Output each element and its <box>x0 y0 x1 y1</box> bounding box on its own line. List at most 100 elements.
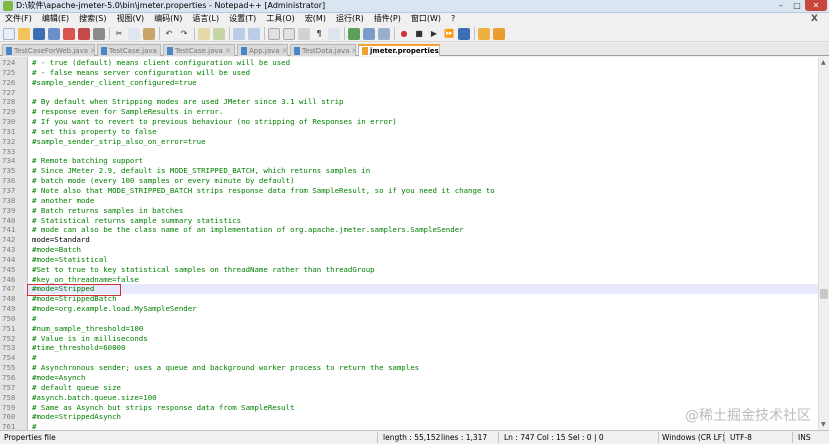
tab-file[interactable]: TestCase.java✕ <box>97 44 161 56</box>
code-line[interactable]: 731 # set this property to false <box>0 127 818 137</box>
code-line[interactable]: 756 #mode=Asynch <box>0 373 818 383</box>
code-line[interactable]: 743 #mode=Batch <box>0 245 818 255</box>
code-line[interactable]: 737 # Note also that MODE_STRIPPED_BATCH … <box>0 186 818 196</box>
plugin-icon[interactable] <box>478 27 490 40</box>
replace-icon[interactable] <box>213 27 225 40</box>
new-file-icon[interactable] <box>3 27 15 40</box>
sync-horizontal-icon[interactable] <box>283 27 295 40</box>
menu-item[interactable]: 设置(T) <box>224 13 261 25</box>
menu-item[interactable]: 插件(P) <box>369 13 406 25</box>
tab-close-icon[interactable]: ✕ <box>90 47 94 55</box>
code-line[interactable]: 729 # response even for SampleResults in … <box>0 107 818 117</box>
code-line[interactable]: 738 # another mode <box>0 196 818 206</box>
save-all-icon[interactable] <box>48 27 60 40</box>
minimize-icon[interactable]: – <box>773 0 789 11</box>
menu-item[interactable]: 窗口(W) <box>406 13 446 25</box>
code-line[interactable]: 745 #Set to true to key statistical sampl… <box>0 265 818 275</box>
tab-file[interactable]: TestData.java✕ <box>290 44 356 56</box>
line-number: 732 <box>2 136 16 146</box>
code-line[interactable]: 724 # - true (default) means client confi… <box>0 58 818 68</box>
code-line[interactable]: 741 # mode can also be the class name of … <box>0 225 818 235</box>
stop-recording-icon[interactable]: ■ <box>413 28 425 40</box>
code-line[interactable]: 730 # If you want to revert to previous b… <box>0 117 818 127</box>
menu-item[interactable]: 工具(O) <box>261 13 300 25</box>
tab-file[interactable]: TestCase.java✕ <box>163 44 235 56</box>
code-line[interactable]: 751 #num_sample_threshold=100 <box>0 324 818 334</box>
code-line[interactable]: 727 <box>0 88 818 98</box>
code-line[interactable]: 746 #key_on_threadname=false <box>0 275 818 285</box>
code-line[interactable]: 758 #asynch.batch.queue.size=100 <box>0 393 818 403</box>
code-line[interactable]: 749 #mode=org.example.load.MySampleSender <box>0 304 818 314</box>
save-macro-icon[interactable] <box>458 27 470 40</box>
menu-item[interactable]: 宏(M) <box>300 13 331 25</box>
tab-close-icon[interactable]: ✕ <box>282 47 287 55</box>
menu-item[interactable]: 视图(V) <box>111 13 149 25</box>
editor[interactable]: 724 # - true (default) means client confi… <box>0 57 829 431</box>
code-line[interactable]: 740 # Statistical returns sample summary … <box>0 216 818 226</box>
tab-close-icon[interactable]: ✕ <box>225 47 231 55</box>
show-all-chars-icon[interactable]: ¶ <box>313 28 325 40</box>
code-line[interactable]: 742 mode=Standard <box>0 235 818 245</box>
menu-item[interactable]: 搜索(S) <box>74 13 111 25</box>
code-line[interactable]: 739 # Batch returns samples in batches <box>0 206 818 216</box>
save-icon[interactable] <box>33 27 45 40</box>
print-icon[interactable] <box>93 27 105 40</box>
plugin-icon[interactable] <box>493 27 505 40</box>
copy-icon[interactable] <box>128 27 140 40</box>
code-line[interactable]: 732 #sample_sender_strip_also_on_error=tr… <box>0 137 818 147</box>
menu-item[interactable]: 语言(L) <box>187 13 224 25</box>
scroll-down-arrow-icon[interactable]: ▼ <box>821 421 826 428</box>
open-file-icon[interactable] <box>18 27 30 40</box>
run-macro-multiple-icon[interactable]: ⏩ <box>443 28 455 40</box>
code-line[interactable]: 725 # - false means server configuration … <box>0 68 818 78</box>
tab-file[interactable]: TestCaseForWeb.java✕ <box>2 44 95 56</box>
code-line[interactable]: 734 # Remote batching support <box>0 156 818 166</box>
tab-close-icon[interactable]: ✕ <box>351 47 355 55</box>
code-line[interactable]: 754 # <box>0 353 818 363</box>
code-line[interactable]: 728 # By default when Stripping modes are… <box>0 97 818 107</box>
close-file-icon[interactable] <box>63 27 75 40</box>
paste-icon[interactable] <box>143 27 155 40</box>
cut-icon[interactable]: ✂ <box>113 28 125 40</box>
close-all-icon[interactable] <box>78 27 90 40</box>
redo-icon[interactable]: ↷ <box>178 28 190 40</box>
menu-item[interactable]: 编辑(E) <box>37 13 74 25</box>
code-line[interactable]: 744 #mode=Statistical <box>0 255 818 265</box>
close-document-icon[interactable]: X <box>806 13 823 25</box>
play-macro-icon[interactable]: ▶ <box>428 28 440 40</box>
menu-item[interactable]: 编码(N) <box>149 13 187 25</box>
tab-file[interactable]: App.java ✕ <box>237 44 288 56</box>
indent-guide-icon[interactable] <box>328 27 340 40</box>
menu-item[interactable]: 文件(F) <box>0 13 37 25</box>
vertical-scrollbar[interactable]: ▲ ▼ <box>818 57 829 430</box>
code-line[interactable]: 735 # Since JMeter 2.9, default is MODE_S… <box>0 166 818 176</box>
code-line[interactable]: 757 # default queue size <box>0 383 818 393</box>
maximize-icon[interactable]: □ <box>789 0 805 11</box>
menu-item[interactable]: ? <box>446 13 460 25</box>
code-line[interactable]: 726 #sample_sender_client_configured=true <box>0 78 818 88</box>
word-wrap-icon[interactable] <box>298 27 310 40</box>
code-line[interactable]: 755 # Asynchronous sender; uses a queue a… <box>0 363 818 373</box>
find-icon[interactable] <box>198 27 210 40</box>
code-line[interactable]: 747 #mode=Stripped <box>0 284 818 295</box>
record-macro-icon[interactable]: ● <box>398 28 410 40</box>
zoom-in-icon[interactable] <box>233 27 245 40</box>
scroll-thumb[interactable] <box>820 289 828 299</box>
code-line[interactable]: 736 # batch mode (every 100 samples or ev… <box>0 176 818 186</box>
zoom-out-icon[interactable] <box>248 27 260 40</box>
code-line[interactable]: 748 #mode=StrippedBatch <box>0 294 818 304</box>
document-map-icon[interactable] <box>363 27 375 40</box>
close-window-icon[interactable]: ✕ <box>805 0 827 11</box>
code-line[interactable]: 753 #time_threshold=60000 <box>0 343 818 353</box>
tab-close-icon[interactable]: ✕ <box>159 47 160 55</box>
menu-item[interactable]: 运行(R) <box>331 13 369 25</box>
function-list-icon[interactable] <box>378 27 390 40</box>
code-line[interactable]: 733 <box>0 147 818 157</box>
code-line[interactable]: 752 # Value is in milliseconds <box>0 334 818 344</box>
code-line[interactable]: 750 # <box>0 314 818 324</box>
user-defined-language-icon[interactable] <box>348 27 360 40</box>
scroll-up-arrow-icon[interactable]: ▲ <box>821 59 826 66</box>
undo-icon[interactable]: ↶ <box>163 28 175 40</box>
sync-vertical-icon[interactable] <box>268 27 280 40</box>
tab-file[interactable]: jmeter.properties✕ <box>358 44 440 56</box>
